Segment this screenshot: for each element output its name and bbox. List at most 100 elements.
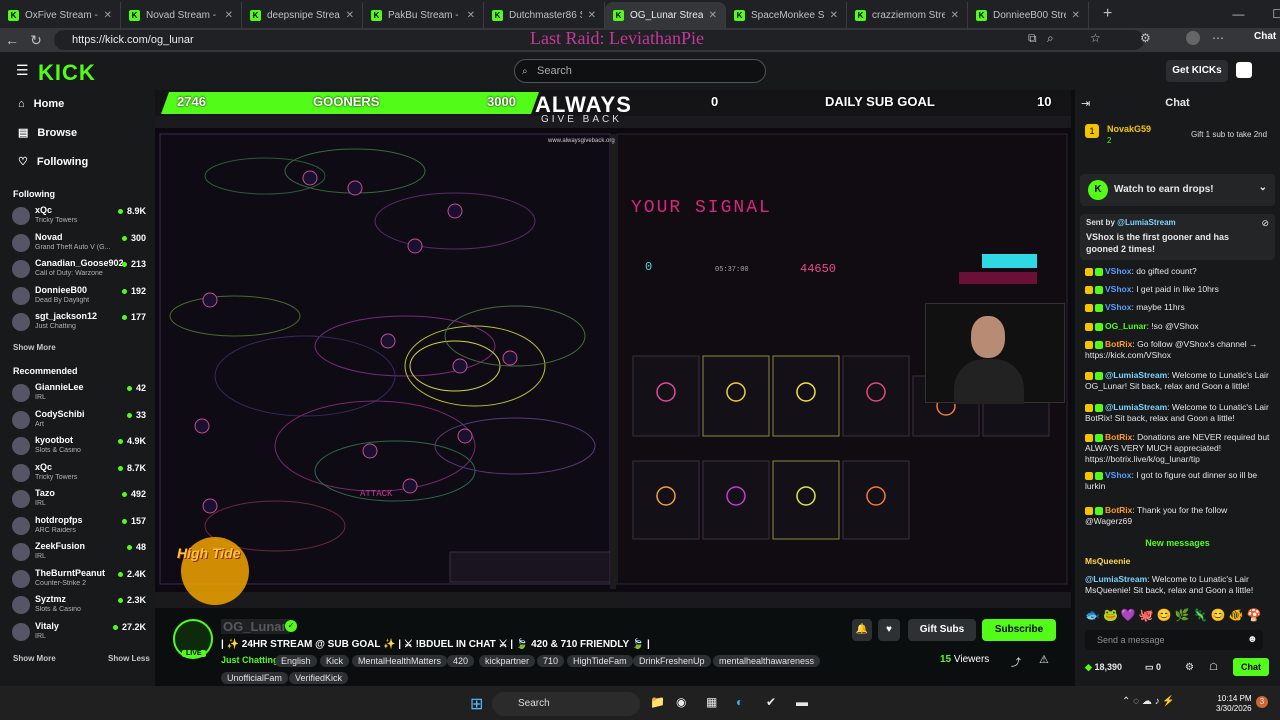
stream-tag[interactable]: kickpartner	[479, 655, 536, 667]
menu-dots-icon[interactable]: ⋯	[1212, 31, 1224, 45]
sidebar-channel[interactable]: xQc Tricky Towers 8.7K	[12, 461, 148, 487]
browser-tab[interactable]: K OxFive Stream - W ✕	[0, 2, 121, 28]
settings-gear-icon[interactable]: ⚙	[1185, 662, 1194, 673]
browser-tab[interactable]: K Dutchmaster86 Stream ✕	[484, 2, 605, 28]
chat-username[interactable]: @LumiaStream	[1105, 370, 1167, 380]
file-explorer-icon[interactable]: 📁	[650, 695, 665, 709]
tasks-icon[interactable]: ✔	[766, 695, 776, 709]
sidebar-item-browse[interactable]: ▤ Browse	[18, 126, 77, 140]
sidebar-channel[interactable]: GiannieLee IRL 42	[12, 381, 148, 407]
chat-username[interactable]: VShox	[1105, 266, 1131, 276]
close-tab-icon[interactable]: ✕	[588, 10, 596, 21]
stream-tag[interactable]: 420	[447, 655, 475, 667]
chat-username[interactable]: VShox	[1105, 284, 1131, 294]
chat-username[interactable]: VShox	[1105, 470, 1131, 480]
category-link[interactable]: Just Chatting	[221, 655, 279, 665]
sidebar-channel[interactable]: Novad Grand Theft Auto V (G... 300	[12, 231, 148, 257]
sidebar-channel[interactable]: Vitaly IRL 27.2K	[12, 620, 148, 646]
chat-username[interactable]: BotRix	[1105, 505, 1132, 515]
sidebar-channel[interactable]: xQc Tricky Towers 8.9K	[12, 204, 148, 230]
stream-tag[interactable]: English	[275, 655, 317, 667]
sidebar-channel[interactable]: ZeekFusion IRL 48	[12, 540, 148, 566]
stream-tag[interactable]: VerifiedKick	[289, 672, 349, 684]
users-icon[interactable]: ☖	[1209, 662, 1218, 673]
reload-icon[interactable]: ↻	[24, 32, 48, 49]
close-tab-icon[interactable]: ✕	[1072, 10, 1080, 21]
browser-tab[interactable]: K PakBu Stream - Wa ✕	[363, 2, 484, 28]
browser-tab[interactable]: K Novad Stream - Wa ✕	[121, 2, 242, 28]
wallet-balance[interactable]: ▭ 0	[1145, 662, 1161, 673]
emote-bar[interactable]: 🐟🐸💜🐙😊🌿🦎😊🐠🍄	[1085, 608, 1264, 622]
store-icon[interactable]: ▦	[706, 695, 717, 709]
open-in-icon[interactable]: ⧉	[1028, 31, 1037, 46]
chevron-down-icon[interactable]: ⌄	[1259, 182, 1267, 193]
report-icon[interactable]: ⚠	[1039, 653, 1049, 666]
terminal-icon[interactable]: ▬	[796, 695, 808, 709]
hamburger-menu-icon[interactable]: ☰	[16, 62, 29, 79]
search-input[interactable]: Search	[514, 59, 766, 83]
gift-subs-button[interactable]: Gift Subs	[908, 619, 976, 641]
sidebar-channel[interactable]: DonnieeB00 Dead By Daylight 192	[12, 284, 148, 310]
sidebar-channel[interactable]: CodySchibi Art 33	[12, 408, 148, 434]
taskbar-search[interactable]: Search	[492, 692, 640, 716]
sidebar-channel[interactable]: TheBurntPeanut Counter-Strike 2 2.4K	[12, 567, 148, 593]
chat-username[interactable]: @LumiaStream	[1085, 574, 1147, 584]
follow-heart-button[interactable]: ♥	[878, 619, 900, 641]
chat-username[interactable]: BotRix	[1105, 339, 1132, 349]
points-balance[interactable]: ◆ 18,390	[1085, 662, 1122, 673]
stream-tag[interactable]: 710	[537, 655, 565, 667]
zoom-icon[interactable]: ⌕	[1047, 31, 1054, 46]
sidebar-channel[interactable]: Syztmz Slots & Casino 2.3K	[12, 593, 148, 619]
notification-bell-button[interactable]: 🔔	[852, 619, 872, 641]
chat-send-button[interactable]: Chat	[1233, 658, 1269, 676]
close-tab-icon[interactable]: ✕	[104, 10, 112, 21]
show-more-following[interactable]: Show More	[13, 343, 56, 352]
minimize-icon[interactable]: —	[1232, 7, 1244, 21]
stream-tag[interactable]: MentalHealthMatters	[352, 655, 448, 667]
chat-username[interactable]: BotRix	[1105, 432, 1132, 442]
browser-tab[interactable]: K DonnieeB00 Stream ✕	[968, 2, 1089, 28]
copilot-chat-button[interactable]: Chat	[1254, 31, 1276, 42]
tray-icons[interactable]: ⌃ ◌ ☁ ♪ ⚡	[1122, 696, 1175, 707]
share-icon[interactable]: ⤴	[1011, 654, 1021, 669]
browser-tab[interactable]: Kdeepsnipe Stream ✕	[242, 2, 363, 28]
maximize-icon[interactable]: ☐	[1272, 7, 1280, 21]
sidebar-channel[interactable]: sgt_jackson12 Just Chatting 177	[12, 310, 148, 336]
steam-icon[interactable]: ◉	[676, 695, 686, 709]
sidebar-item-following[interactable]: ♡ Following	[18, 155, 88, 169]
browser-tab[interactable]: K OG_Lunar Stream ✕	[605, 2, 726, 28]
stream-tag[interactable]: DrinkFreshenUp	[633, 655, 711, 667]
edge-icon[interactable]: ◐	[736, 695, 743, 709]
show-less-recommended[interactable]: Show Less	[108, 654, 150, 663]
send-message-input[interactable]: Send a message	[1085, 630, 1263, 650]
chat-username[interactable]: VShox	[1105, 302, 1131, 312]
notification-badge[interactable]: 3	[1256, 696, 1268, 708]
kick-logo[interactable]: KICK	[38, 60, 96, 86]
browser-tab[interactable]: K SpaceMonkee Strea ✕	[726, 2, 847, 28]
sidebar-channel[interactable]: Canadian_Goose902 Call of Duty: Warzone 21…	[12, 257, 148, 283]
sidebar-channel[interactable]: hotdropfps ARC Raiders 157	[12, 514, 148, 540]
stream-tag[interactable]: mentalhealthawareness	[713, 655, 821, 667]
sidebar-channel[interactable]: kyootbot Slots & Casino 4.9K	[12, 434, 148, 460]
video-player[interactable]: 2746 GOONERS 3000 0 DAILY SUB GOAL 10 AT…	[155, 90, 1071, 608]
stream-tag[interactable]: Kick	[320, 655, 350, 667]
sidebar-channel[interactable]: Tazo IRL 492	[12, 487, 148, 513]
close-tab-icon[interactable]: ✕	[225, 10, 233, 21]
back-icon[interactable]: ←	[0, 32, 24, 48]
close-tab-icon[interactable]: ✕	[346, 10, 354, 21]
extensions-icon[interactable]: ⚙	[1140, 31, 1151, 45]
browser-tab[interactable]: Kcrazziemom Stream ✕	[847, 2, 968, 28]
unpin-icon[interactable]: ⊘	[1261, 218, 1269, 229]
emoji-picker-icon[interactable]: ☻	[1247, 634, 1258, 645]
stream-tag[interactable]: HighTideFam	[567, 655, 633, 667]
sidebar-item-home[interactable]: ⌂ Home	[18, 98, 64, 110]
show-more-recommended[interactable]: Show More	[13, 654, 56, 663]
windows-start-icon[interactable]: ⊞	[470, 694, 483, 714]
profile-avatar[interactable]	[1186, 31, 1200, 45]
stream-tag[interactable]: UnofficialFam	[221, 672, 288, 684]
user-avatar[interactable]	[1236, 62, 1252, 78]
close-tab-icon[interactable]: ✕	[467, 10, 475, 21]
subscribe-button[interactable]: Subscribe	[982, 619, 1056, 641]
close-tab-icon[interactable]: ✕	[709, 10, 717, 21]
clock[interactable]: 10:14 PM 3/30/2026	[1216, 694, 1252, 714]
